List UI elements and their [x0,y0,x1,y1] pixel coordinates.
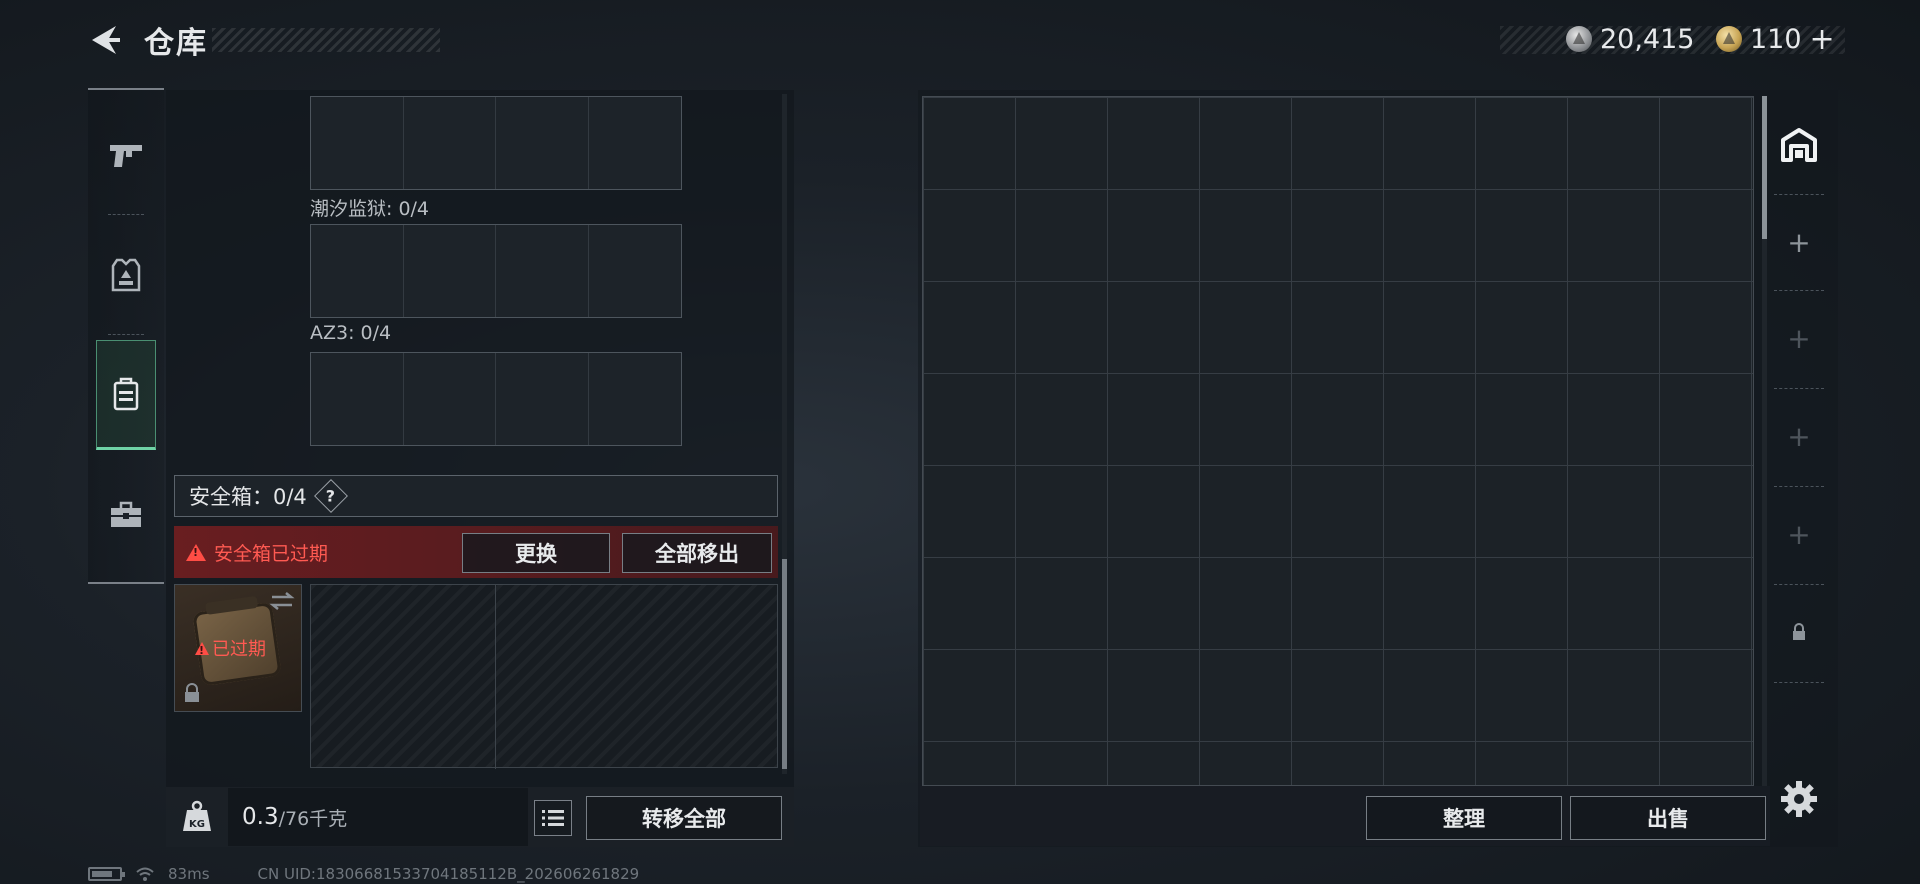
list-view-button[interactable] [534,800,572,836]
help-icon[interactable]: ? [313,479,348,513]
safe-box-label: 安全箱：0/4 [189,485,307,509]
category-tabs [88,88,164,584]
locked-warehouse-tab[interactable] [1768,584,1830,680]
safe-box-header: 安全箱：0/4 ? [174,475,778,517]
weight-display: 0.3 /76千克 [228,788,528,846]
slot-grid-bottom[interactable] [310,352,682,446]
list-icon [542,810,564,826]
wifi-icon [136,867,154,881]
page-title: 仓库 [144,26,208,61]
weight-icon: KG [183,800,211,831]
toolbox-icon [111,501,141,527]
backpack-icon [113,377,139,411]
warning-icon [195,641,209,657]
safe-box-item[interactable]: 已过期 [174,584,302,712]
settings-gear-icon[interactable] [1780,780,1818,818]
slot-label: 潮汐监狱: 0/4 [310,198,430,220]
lock-icon [185,683,199,702]
add-warehouse-tab[interactable]: + [1768,486,1830,582]
tab-supplies[interactable] [96,460,156,570]
weight-value: 0.3 [242,804,279,830]
warehouse-grid[interactable] [922,96,1754,786]
slot-grid-top[interactable] [310,96,682,190]
slot-label: AZ3: 0/4 [310,322,392,344]
warehouse-icon [1781,128,1817,162]
gold-coin-icon [1716,26,1742,52]
add-warehouse-tab[interactable]: + [1768,194,1830,290]
replace-button[interactable]: 更换 [462,533,610,573]
remove-all-button[interactable]: 全部移出 [622,533,772,573]
silver-coin-icon [1566,26,1592,52]
status-bar: 83ms CN UID:18306681533704185112B_202606… [88,864,639,884]
sort-button[interactable]: 整理 [1366,796,1562,840]
tab-backpack[interactable] [96,340,156,450]
pistol-icon [110,145,142,167]
slot-grid-middle[interactable] [310,224,682,318]
weight-max: /76千克 [278,807,348,830]
expired-notice: 安全箱已过期 [214,542,329,565]
add-currency-button[interactable]: + [1810,22,1835,57]
tab-weapons[interactable] [96,100,156,210]
warning-icon [186,543,206,561]
tab-armor[interactable] [96,220,156,330]
battery-icon [88,867,125,881]
silver-currency-value: 20,415 [1600,23,1695,55]
armor-vest-icon [111,258,141,292]
warehouse-scrollbar[interactable] [1762,96,1767,786]
swap-icon[interactable] [269,591,295,611]
safe-box-grid[interactable] [310,584,778,769]
gold-currency-value: 110 [1750,23,1802,55]
tab-warehouse-main[interactable] [1768,96,1830,192]
add-warehouse-tab[interactable]: + [1768,388,1830,484]
back-arrow-icon[interactable] [86,24,122,56]
transfer-all-button[interactable]: 转移全部 [586,796,782,840]
lock-icon [1793,623,1805,640]
warehouse-tabs: + + + + [1768,96,1830,696]
ping-value: 83ms [168,865,210,883]
add-warehouse-tab[interactable]: + [1768,290,1830,386]
silver-currency: 20,415 [1566,22,1694,56]
case-expired-label: 已过期 [195,635,266,661]
uid-text: CN UID:18306681533704185112B_20260626182… [257,865,640,883]
backpack-scrollbar[interactable] [782,94,787,774]
svg-text:KG: KG [189,819,205,830]
gold-currency[interactable]: 110 + [1716,22,1835,57]
sell-button[interactable]: 出售 [1570,796,1766,840]
title-stripe-decoration [212,28,440,52]
